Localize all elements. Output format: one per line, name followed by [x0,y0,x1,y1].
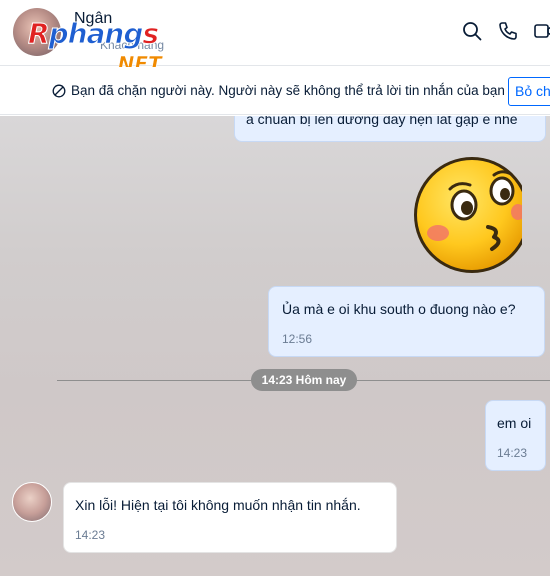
search-icon[interactable] [461,20,483,42]
message-bubble-incoming[interactable]: Xin lỗi! Hiện tại tôi không muốn nhận ti… [63,482,397,553]
watermark-main: Rphangs [28,17,160,50]
block-notice-bar: Bạn đã chặn người này. Người này sẽ khôn… [0,67,550,115]
message-bubble-outgoing[interactable]: Ủa mà e oi khu south o đuong nào e? 12:5… [268,286,545,357]
message-text: em oi [497,415,532,431]
watermark-logo: Rphangs .NET [28,17,162,76]
phone-icon[interactable] [497,20,519,42]
block-notice-text: Bạn đã chặn người này. Người này sẽ khôn… [71,83,505,98]
kissing-emoji-sticker[interactable] [410,155,530,275]
video-call-icon[interactable] [533,20,550,42]
message-bubble-outgoing[interactable]: a chuẩn bị lên đường đây hẹn lát gặp e n… [234,116,546,142]
message-bubble-outgoing[interactable]: em oi 14:23 [485,400,546,471]
message-text: Ủa mà e oi khu south o đuong nào e? [282,301,516,317]
contact-avatar-small[interactable] [12,482,52,522]
chat-header: Ngân Khách hàng Rphangs .NET [0,0,550,76]
unblock-button[interactable]: Bỏ chặn [508,77,550,106]
message-text: Xin lỗi! Hiện tại tôi không muốn nhận ti… [75,497,361,513]
message-list[interactable]: a chuẩn bị lên đường đây hẹn lát gặp e n… [0,116,550,576]
date-divider: 14:23 Hôm nay [251,369,357,391]
message-time: 14:23 [75,528,106,542]
message-time: 12:56 [282,332,313,346]
blocked-icon [52,84,66,98]
message-text: a chuẩn bị lên đường đây hẹn lát gặp e n… [246,116,518,127]
message-time: 14:23 [497,446,528,460]
